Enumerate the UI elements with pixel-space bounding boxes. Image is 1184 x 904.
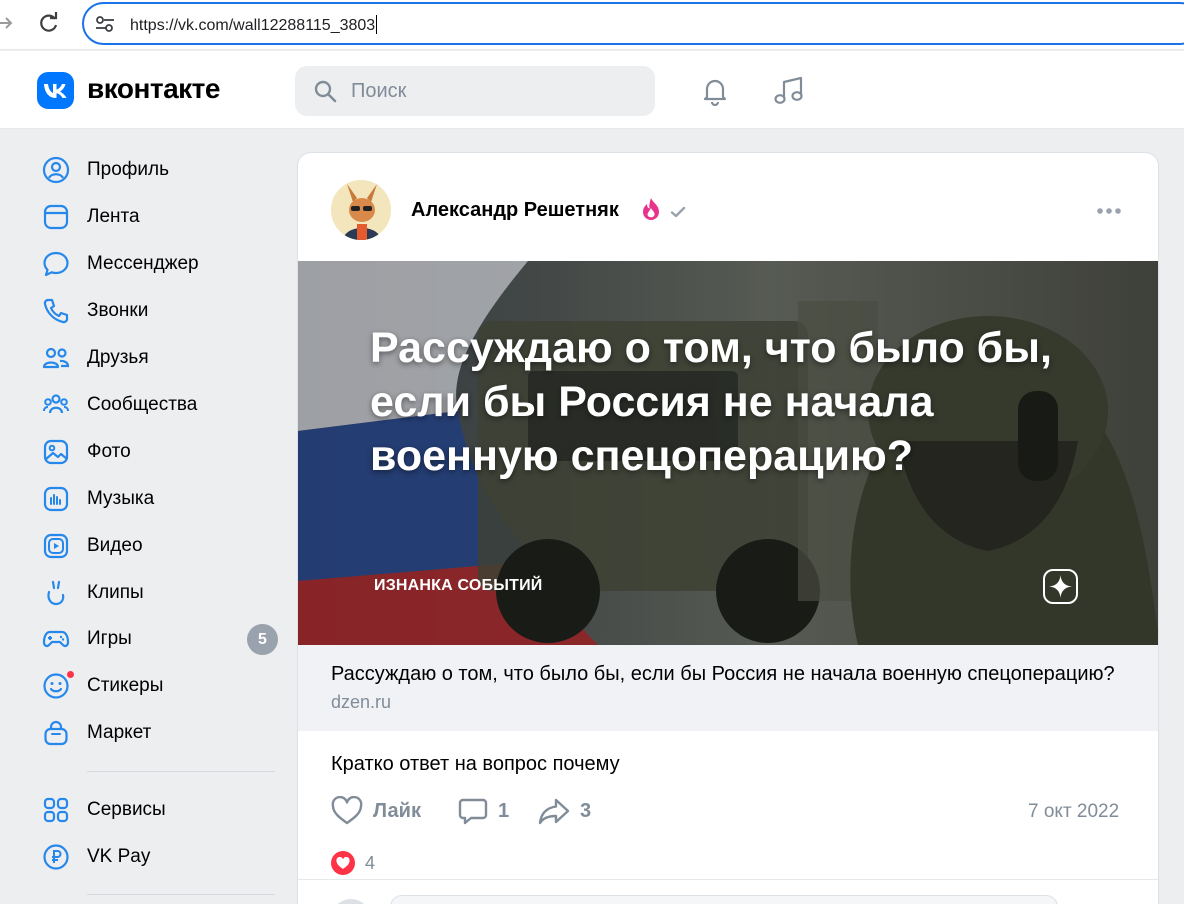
video-icon	[43, 533, 69, 559]
photo-icon	[43, 439, 69, 465]
search-input[interactable]	[351, 78, 641, 104]
sidebar-item-stickers[interactable]: Стикеры	[40, 665, 285, 705]
sidebar-item-label: Сервисы	[87, 799, 166, 820]
dzen-logo-icon	[1043, 569, 1078, 604]
sidebar-divider	[87, 894, 275, 895]
sidebar-item-vkpay[interactable]: VK Pay	[40, 836, 285, 876]
music-icon	[43, 486, 69, 512]
sidebar-item-services[interactable]: Сервисы	[40, 789, 285, 829]
article-banner-image[interactable]: Рассуждаю о том, что было бы, если бы Ро…	[298, 261, 1158, 645]
sidebar-item-label: Друзья	[87, 347, 149, 368]
games-icon	[42, 630, 70, 648]
post-date[interactable]: 7 окт 2022	[1028, 801, 1119, 823]
comment-input[interactable]	[390, 895, 1058, 904]
forward-arrow-icon[interactable]	[0, 12, 16, 34]
friends-icon	[42, 347, 70, 369]
sidebar-divider	[87, 771, 275, 772]
games-count-badge: 5	[247, 624, 278, 655]
link-preview-title: Рассуждаю о том, что было бы, если бы Ро…	[331, 663, 1115, 685]
heart-outline-icon	[331, 796, 363, 825]
banner-headline: Рассуждаю о том, что было бы, если бы Ро…	[370, 324, 1052, 480]
comments-divider	[298, 879, 1158, 880]
sidebar-item-friends[interactable]: Друзья	[40, 337, 285, 377]
wall-post: Александр Решетняк Рассуждаю о том, что …	[297, 152, 1159, 904]
comments-count: 1	[498, 799, 510, 822]
communities-icon	[43, 394, 69, 414]
address-bar[interactable]: https://vk.com/wall12288115_3803	[82, 2, 1184, 45]
current-user-avatar[interactable]	[331, 899, 371, 904]
sidebar-item-label: Профиль	[87, 159, 170, 180]
sidebar-item-messenger[interactable]: Мессенджер	[40, 243, 285, 283]
feed-icon	[43, 204, 69, 230]
share-arrow-icon	[538, 798, 570, 825]
notifications-bell-icon[interactable]	[698, 74, 732, 108]
messenger-icon	[43, 251, 69, 277]
market-icon	[44, 720, 68, 746]
share-button[interactable]: 3	[538, 793, 591, 829]
sidebar-item-label: Видео	[87, 535, 143, 556]
browser-toolbar: https://vk.com/wall12288115_3803	[0, 0, 1184, 50]
post-actions-bar: Лайк 1 3 7 окт 2022	[298, 793, 1158, 833]
sidebar-item-music[interactable]: Музыка	[40, 478, 285, 518]
new-stickers-dot	[66, 670, 75, 679]
reload-icon[interactable]	[36, 10, 62, 36]
author-avatar[interactable]	[331, 180, 391, 240]
post-text: Кратко ответ на вопрос почему	[331, 753, 620, 775]
vk-logo-icon[interactable]	[37, 72, 74, 109]
site-settings-icon[interactable]	[94, 14, 116, 34]
fire-emoji-icon	[643, 198, 659, 220]
sidebar-item-label: Стикеры	[87, 675, 164, 696]
verified-check-icon	[670, 206, 686, 218]
comment-button[interactable]: 1	[458, 793, 509, 829]
clips-icon	[47, 580, 65, 606]
like-label: Лайк	[373, 799, 421, 822]
link-preview-domain: dzen.ru	[331, 692, 392, 712]
sidebar-item-label: Звонки	[87, 300, 149, 321]
heart-reaction-icon	[331, 851, 355, 875]
sidebar-item-communities[interactable]: Сообщества	[40, 384, 285, 424]
sidebar-item-photos[interactable]: Фото	[40, 431, 285, 471]
services-icon	[43, 797, 69, 823]
vk-header: вконтакте	[0, 51, 1184, 129]
sidebar-item-label: Лента	[87, 206, 140, 227]
sidebar-item-label: Маркет	[87, 722, 152, 743]
url-text[interactable]: https://vk.com/wall12288115_3803	[130, 15, 378, 35]
post-menu-icon[interactable]	[1094, 201, 1124, 217]
sidebar-item-label: Фото	[87, 441, 131, 462]
comment-icon	[458, 798, 488, 825]
sidebar-item-clips[interactable]: Клипы	[40, 572, 285, 612]
vkpay-icon	[43, 844, 69, 870]
search-icon	[314, 80, 337, 103]
profile-icon	[42, 156, 70, 184]
sidebar-item-calls[interactable]: Звонки	[40, 290, 285, 330]
rabbit-avatar-icon	[331, 180, 391, 240]
shares-count: 3	[580, 799, 592, 822]
sidebar-item-games[interactable]: Игры 5	[40, 618, 285, 658]
sidebar-item-label: Мессенджер	[87, 253, 199, 274]
sidebar-item-label: Игры	[87, 628, 132, 649]
sidebar-item-video[interactable]: Видео	[40, 525, 285, 565]
like-button[interactable]: Лайк	[331, 793, 421, 829]
sidebar-item-label: Клипы	[87, 582, 144, 603]
link-preview[interactable]: Рассуждаю о том, что было бы, если бы Ро…	[298, 645, 1158, 731]
sidebar-item-profile[interactable]: Профиль	[40, 149, 285, 189]
sidebar-item-market[interactable]: Маркет	[40, 712, 285, 752]
sidebar-item-label: Музыка	[87, 488, 155, 509]
reactions-count: 4	[365, 852, 376, 873]
sidebar-item-feed[interactable]: Лента	[40, 196, 285, 236]
sidebar-item-label: VK Pay	[87, 846, 151, 867]
reactions-summary[interactable]: 4	[331, 851, 375, 875]
search-box[interactable]	[295, 66, 655, 116]
music-player-icon[interactable]	[772, 74, 806, 108]
banner-channel-tag: ИЗНАНКА СОБЫТИЙ	[374, 577, 543, 594]
sidebar-item-label: Сообщества	[87, 394, 198, 415]
vk-brand-name[interactable]: вконтакте	[87, 73, 220, 105]
phone-icon	[43, 298, 69, 324]
post-author-name[interactable]: Александр Решетняк	[411, 199, 619, 222]
